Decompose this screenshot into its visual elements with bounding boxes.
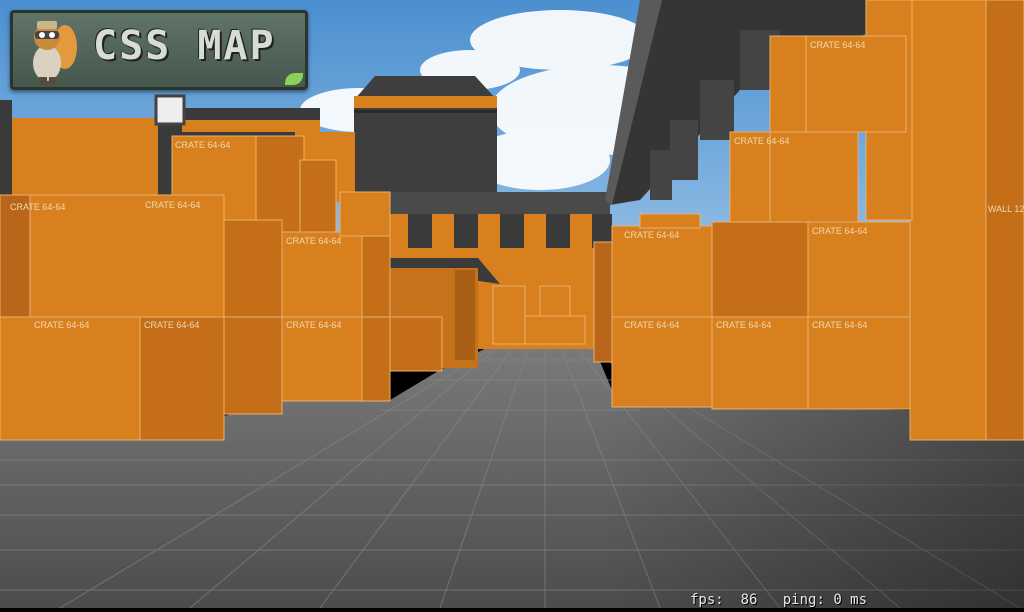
squirrel-mascot-icon	[33, 21, 77, 85]
crate-label: CRATE 64-64	[286, 320, 341, 330]
game-viewport[interactable]: CRATE 64-64 CRATE 64-64 CRATE 64-64 CRAT…	[0, 0, 1024, 609]
crate-label: CRATE 64-64	[734, 136, 789, 146]
crate-label: CRATE 64-64	[145, 200, 200, 210]
crate-label: CRATE 64-64	[175, 140, 230, 150]
crate-label: CRATE 64-64	[716, 320, 771, 330]
crate-label: CRATE 64-64	[812, 226, 867, 236]
css-map-logo: CSS MAP	[10, 10, 308, 90]
logo-text: CSS MAP	[93, 23, 276, 69]
leaf-icon	[285, 73, 303, 85]
fps-value: 86	[740, 593, 758, 608]
net-graph-hud: fps: 86 ping: 0 ms	[690, 593, 1020, 608]
crate-label: CRATE 64-64	[810, 40, 865, 50]
crate-label: CRATE 64-64	[286, 236, 341, 246]
crate-label: WALL 128.128	[988, 204, 1024, 214]
crate-label: CRATE 64-64	[144, 320, 199, 330]
tower	[354, 76, 497, 195]
crate-label: CRATE 64-64	[624, 230, 679, 240]
ping-value: 0 ms	[833, 593, 868, 608]
crate-label: CRATE 64-64	[624, 320, 679, 330]
crate-label: CRATE 64-64	[34, 320, 89, 330]
crate-label: CRATE 64-64	[812, 320, 867, 330]
ping-label: ping:	[782, 593, 825, 608]
fps-label: fps:	[690, 593, 724, 608]
crate-label: CRATE 64-64	[10, 202, 65, 212]
map-scene: CRATE 64-64 CRATE 64-64 CRATE 64-64 CRAT…	[0, 0, 1024, 609]
